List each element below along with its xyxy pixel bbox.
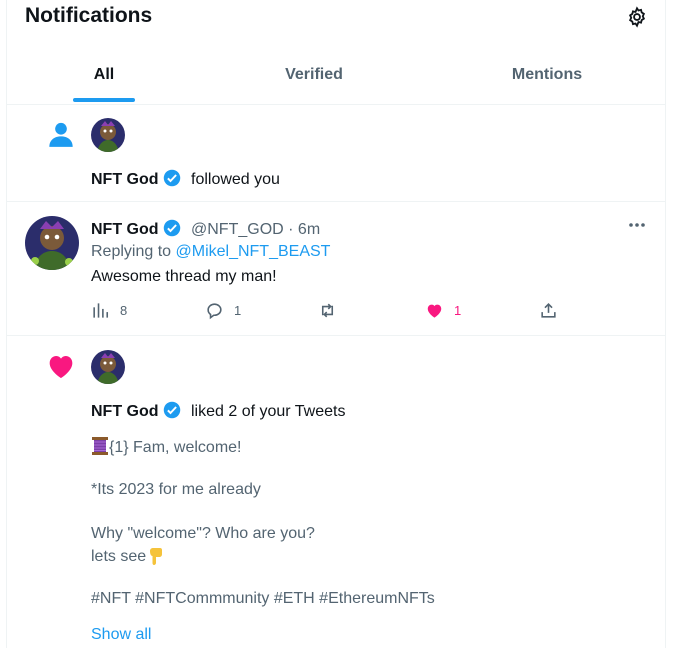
avatar[interactable] [91, 118, 125, 152]
reply-tweet[interactable]: NFT God @NFT_GOD · 6m Replying to @Mikel… [7, 202, 665, 336]
active-tab-indicator [73, 98, 135, 102]
share-icon [541, 302, 556, 318]
user-handle[interactable]: @NFT_GOD [191, 221, 284, 238]
tweet-line: {1} Fam, welcome! [109, 439, 242, 456]
person-icon [49, 122, 73, 147]
tweet-text: Awesome thread my man! [91, 268, 277, 285]
user-name[interactable]: NFT God [91, 171, 159, 188]
replying-to-link[interactable]: @Mikel_NFT_BEAST [176, 243, 331, 260]
reply-button[interactable]: 1 [205, 300, 241, 320]
pointing-down-icon [150, 548, 163, 565]
views-count: 8 [120, 302, 128, 318]
like-button[interactable]: 1 [425, 300, 461, 320]
tweet-line: *Its 2023 for me already [91, 481, 261, 498]
page-title: Notifications [25, 4, 153, 27]
views-button[interactable]: 8 [91, 300, 127, 320]
header: Notifications [7, 0, 665, 38]
notification-action: followed you [191, 171, 280, 188]
tab-verified[interactable]: Verified [201, 48, 427, 104]
show-all-link[interactable]: Show all [91, 626, 151, 644]
notifications-panel: Notifications All Verified Mentions NFT … [6, 0, 666, 648]
user-name[interactable]: NFT God [91, 221, 159, 238]
tab-mentions[interactable]: Mentions [427, 48, 665, 104]
timestamp[interactable]: 6m [298, 221, 320, 238]
reply-count: 1 [234, 302, 242, 318]
avatar[interactable] [25, 216, 79, 270]
like-notification[interactable]: NFT God liked 2 of your Tweets {1} Fam, … [7, 336, 665, 648]
tab-all[interactable]: All [7, 48, 201, 104]
avatar[interactable] [91, 350, 125, 384]
tab-bar: All Verified Mentions [7, 48, 665, 105]
verified-badge-icon [163, 169, 180, 187]
separator: · [288, 221, 294, 238]
tweet-line: lets see [91, 548, 147, 565]
notification-action: liked 2 of your Tweets [191, 403, 346, 420]
heart-filled-icon [427, 304, 442, 318]
user-name[interactable]: NFT God [91, 403, 159, 420]
follow-notification[interactable]: NFT God followed you [7, 105, 665, 202]
reply-icon [207, 302, 222, 319]
share-button[interactable] [539, 300, 558, 320]
like-count: 1 [454, 302, 462, 318]
retweet-button[interactable] [318, 300, 347, 320]
replying-to-label: Replying to [91, 243, 172, 260]
tweet-line: #NFT #NFTCommmunity #ETH #EthereumNFTs [91, 590, 435, 607]
verified-badge-icon [163, 401, 180, 419]
gear-icon[interactable] [626, 6, 648, 28]
more-options-icon[interactable] [627, 218, 647, 232]
verified-badge-icon [163, 219, 180, 237]
tweet-line: Why "welcome"? Who are you? [91, 525, 315, 542]
retweet-icon [321, 303, 334, 317]
thread-spool-icon [92, 437, 108, 455]
analytics-icon [93, 302, 109, 318]
heart-icon [49, 356, 73, 378]
